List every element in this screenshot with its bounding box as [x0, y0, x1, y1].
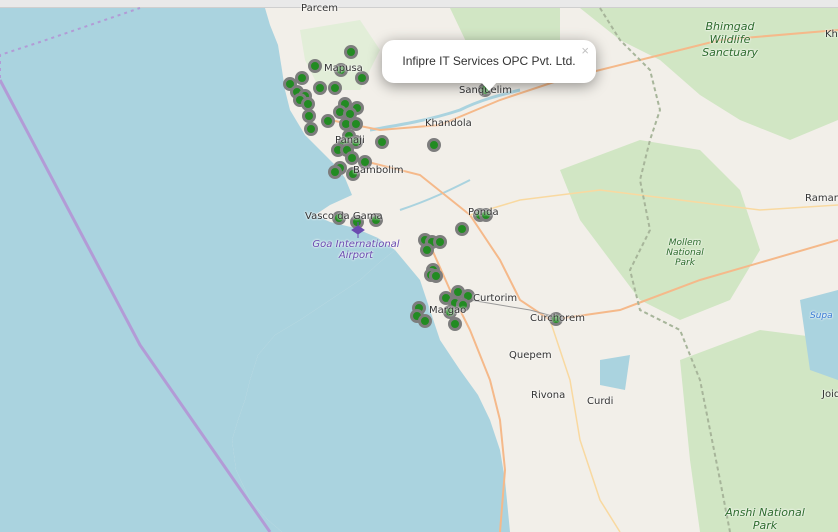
marker-popup: Infipre IT Services OPC Pvt. Ltd. ×	[382, 40, 596, 91]
map-view[interactable]: Parcem Mapusa Panaji Bambolim Vasco da G…	[0, 0, 838, 532]
map-marker[interactable]	[302, 109, 316, 123]
label-curdi: Curdi	[587, 396, 614, 407]
label-curtorim: Curtorim	[473, 293, 518, 304]
map-marker[interactable]	[427, 138, 441, 152]
label-khandola: Khandola	[425, 118, 472, 129]
label-mollem: Mollem National Park	[666, 238, 704, 268]
popup-tip	[480, 81, 498, 91]
map-marker[interactable]	[429, 269, 443, 283]
label-ponda: Ponda	[468, 207, 499, 218]
label-mapusa: Mapusa	[324, 63, 363, 74]
map-marker[interactable]	[295, 71, 309, 85]
map-marker[interactable]	[328, 165, 342, 179]
map-marker[interactable]	[345, 151, 359, 165]
label-airport: Goa International Airport	[312, 239, 400, 261]
maritime-boundary	[0, 7, 141, 78]
label-margao: Margao	[429, 305, 467, 316]
label-rivona: Rivona	[531, 390, 566, 401]
label-supa: Supa	[810, 311, 833, 321]
label-bhimgad: Bhimgad Wildlife Sanctuary	[702, 20, 758, 59]
map-marker[interactable]	[321, 114, 335, 128]
popup-title: Infipre IT Services OPC Pvt. Ltd.	[402, 54, 576, 68]
label-curchorem: Curchorem	[530, 313, 585, 324]
label-panaji: Panaji	[335, 135, 365, 146]
map-marker[interactable]	[349, 117, 363, 131]
map-marker[interactable]	[448, 317, 462, 331]
label-anshi: Anshi National Park	[725, 506, 805, 532]
map-marker[interactable]	[344, 45, 358, 59]
map-marker[interactable]	[308, 59, 322, 73]
label-joida: Joid	[822, 389, 838, 400]
label-kh: Kh	[825, 29, 838, 40]
map-marker[interactable]	[455, 222, 469, 236]
map-marker[interactable]	[304, 122, 318, 136]
map-marker[interactable]	[418, 314, 432, 328]
label-parcem: Parcem	[301, 3, 338, 14]
map-marker[interactable]	[301, 97, 315, 111]
maritime-boundary	[0, 79, 272, 532]
map-marker[interactable]	[328, 81, 342, 95]
label-bambolim: Bambolim	[353, 165, 404, 176]
map-marker[interactable]	[355, 71, 369, 85]
label-quepem: Quepem	[509, 350, 552, 361]
map-marker[interactable]	[420, 243, 434, 257]
map-marker[interactable]	[375, 135, 389, 149]
label-raman: Raman	[805, 193, 838, 204]
popup-close-button[interactable]: ×	[581, 43, 589, 58]
lake	[600, 355, 630, 390]
map-marker[interactable]	[433, 235, 447, 249]
map-marker[interactable]	[313, 81, 327, 95]
label-vasco: Vasco da Gama	[305, 211, 383, 222]
